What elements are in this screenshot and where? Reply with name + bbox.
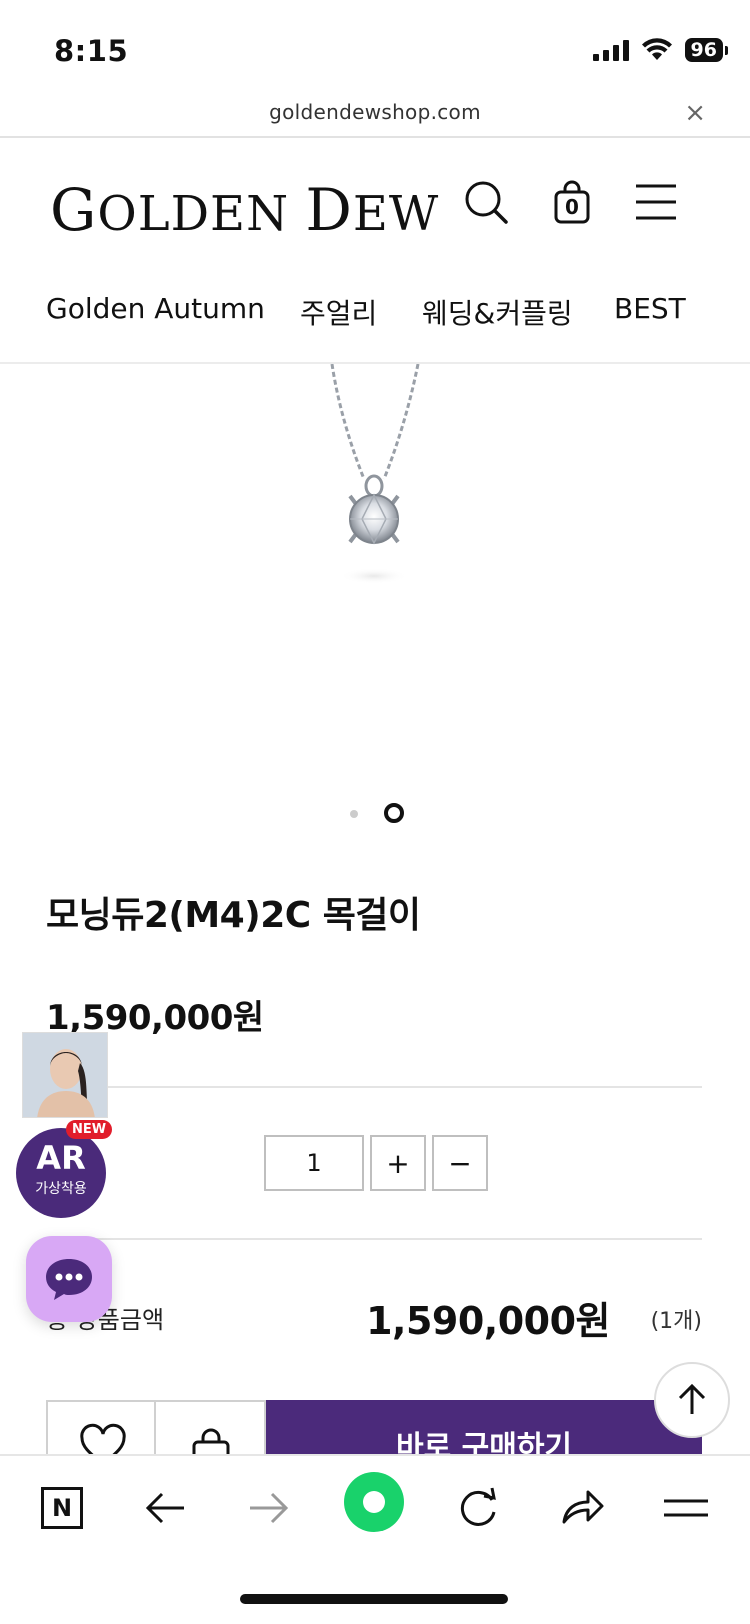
cellular-signal-icon (592, 39, 629, 61)
naver-n-label: N (41, 1487, 83, 1529)
refresh-icon[interactable] (448, 1478, 508, 1538)
status-icons: 96 (592, 38, 728, 62)
browser-toolbar: N (0, 1454, 750, 1624)
naver-n-icon[interactable]: N (32, 1478, 92, 1538)
url-text[interactable]: goldendewshop.com (0, 100, 750, 124)
model-thumbnail[interactable] (22, 1032, 108, 1118)
category-nav: Golden Autumn 주얼리 웨딩&커플링 BEST (0, 282, 750, 364)
menu-icon[interactable] (632, 178, 680, 226)
carousel-dot[interactable] (350, 810, 358, 818)
quantity-input[interactable]: 1 (264, 1135, 364, 1191)
battery-level: 96 (684, 38, 723, 62)
product-image[interactable] (0, 364, 750, 784)
ar-subtitle: 가상착용 (35, 1181, 87, 1197)
menu-lines-icon[interactable] (656, 1478, 716, 1538)
category-wedding-couple[interactable]: 웨딩&커플링 (422, 292, 573, 332)
divider (46, 1238, 702, 1240)
forward-arrow-icon[interactable] (238, 1478, 298, 1538)
quantity-minus-button[interactable]: − (432, 1135, 488, 1191)
total-count: (1개) (650, 1309, 702, 1334)
status-bar: 8:15 96 (0, 0, 750, 90)
divider (46, 1086, 702, 1088)
add-to-cart-button[interactable] (156, 1400, 266, 1460)
new-badge: NEW (66, 1120, 113, 1139)
site-header: GOLDEN DEW 0 (0, 140, 750, 265)
buy-now-button[interactable]: 바로 구매하기 (266, 1400, 702, 1460)
arrow-up-icon (678, 1383, 706, 1414)
cart-count: 0 (565, 195, 579, 219)
wifi-icon (641, 38, 672, 60)
golden-dew-logo[interactable]: GOLDEN DEW (50, 176, 439, 244)
shopping-bag-icon[interactable]: 0 (548, 178, 596, 226)
back-arrow-icon[interactable] (136, 1478, 196, 1538)
quantity-plus-button[interactable]: + (370, 1135, 426, 1191)
share-icon[interactable] (552, 1478, 612, 1538)
category-golden-autumn[interactable]: Golden Autumn (46, 292, 265, 325)
search-icon[interactable] (462, 178, 510, 226)
category-jewelry[interactable]: 주얼리 (300, 292, 377, 332)
necklace-image (330, 364, 420, 584)
image-carousel-dots[interactable] (0, 800, 750, 830)
shopping-bag-icon (192, 1428, 230, 1460)
scroll-to-top-button[interactable] (654, 1362, 730, 1438)
category-best[interactable]: BEST (614, 292, 686, 325)
status-time: 8:15 (54, 34, 129, 68)
close-icon[interactable]: × (684, 98, 706, 128)
home-indicator (240, 1594, 508, 1604)
url-bar[interactable]: goldendewshop.com × (0, 90, 750, 138)
green-circle-icon[interactable] (344, 1472, 404, 1532)
battery-icon: 96 (684, 38, 728, 62)
wishlist-button[interactable] (46, 1400, 156, 1460)
chat-button[interactable] (26, 1236, 112, 1322)
carousel-dot-active[interactable] (384, 803, 404, 823)
action-row: 바로 구매하기 (46, 1400, 702, 1460)
chat-bubble-icon (46, 1259, 92, 1300)
total-price: 1,590,000원 (366, 1299, 610, 1343)
product-title: 모닝듀2(M4)2C 목걸이 (46, 895, 421, 936)
heart-icon (80, 1423, 126, 1460)
ar-try-on-button[interactable]: AR 가상착용 (16, 1128, 106, 1218)
